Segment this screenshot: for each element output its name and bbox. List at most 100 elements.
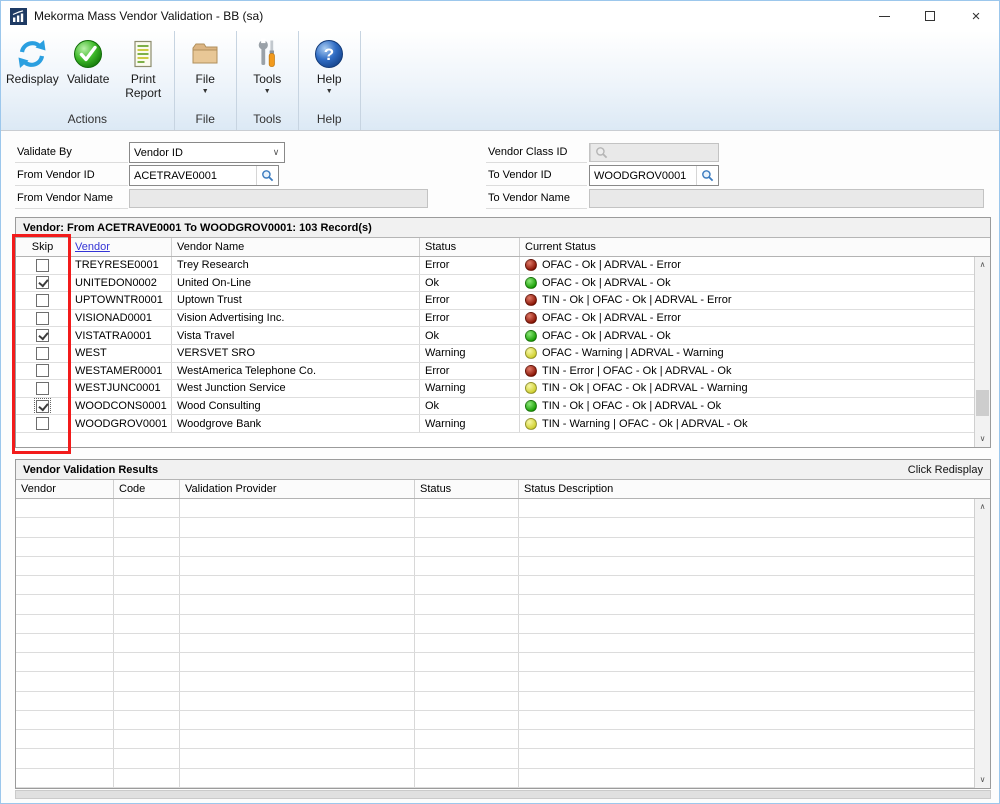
result-vendor-cell — [16, 768, 114, 787]
result-code-cell — [114, 576, 180, 595]
print-report-button[interactable]: Print Report — [116, 33, 171, 101]
vendor-name-cell: Vision Advertising Inc. — [172, 309, 420, 327]
to-vendor-id-field[interactable]: WOODGROV0001 — [589, 165, 719, 186]
skip-cell — [16, 327, 70, 344]
to-vendor-id-value: WOODGROV0001 — [594, 169, 687, 182]
result-vendor-cell — [16, 576, 114, 595]
vendor-id-cell: WOODGROV0001 — [70, 415, 172, 432]
vendor-name-cell: Uptown Trust — [172, 292, 420, 309]
skip-checkbox[interactable] — [36, 417, 49, 431]
results-empty-row — [16, 768, 974, 788]
skip-checkbox[interactable] — [36, 258, 49, 272]
close-button[interactable]: × — [953, 1, 999, 31]
scroll-down-icon[interactable]: ∨ — [975, 772, 990, 788]
table-row[interactable]: WESTAMER0001 WestAmerica Telephone Co. Err… — [16, 362, 974, 381]
from-vendor-name-label: From Vendor Name — [15, 188, 128, 209]
file-menu-button[interactable]: File ▼ — [178, 33, 233, 95]
table-row[interactable]: WEST VERSVET SRO Warning OFAC - Warning | A… — [16, 344, 974, 363]
result-status-cell — [415, 691, 519, 710]
svg-text:?: ? — [324, 45, 334, 64]
status-cell: Warning — [420, 380, 520, 397]
result-description-cell — [519, 672, 974, 690]
current-status-text: OFAC - Ok | ADRVAL - Ok — [542, 329, 671, 342]
table-row[interactable]: WESTJUNC0001 West Junction Service Warning… — [16, 380, 974, 398]
scroll-up-icon[interactable]: ∧ — [975, 257, 990, 273]
vendor-name-cell: United On-Line — [172, 274, 420, 292]
validate-label: Validate — [66, 72, 110, 86]
skip-checkbox[interactable] — [36, 364, 49, 378]
table-row[interactable]: TREYRESE0001 Trey Research Error OFAC - Ok … — [16, 257, 974, 275]
skip-cell — [16, 292, 70, 309]
vendor-name-cell: West Junction Service — [172, 380, 420, 397]
help-menu-button[interactable]: ? Help ▼ — [302, 33, 357, 95]
result-description-cell — [519, 692, 974, 710]
result-code-cell — [114, 537, 180, 556]
table-row[interactable]: WOODGROV0001 Woodgrove Bank Warning TIN - W… — [16, 415, 974, 433]
from-vendor-id-value: ACETRAVE0001 — [134, 169, 217, 182]
current-status-text: TIN - Ok | OFAC - Ok | ADRVAL - Warning — [542, 382, 748, 395]
result-provider-cell — [180, 653, 415, 672]
ribbon-group-label-actions: Actions — [67, 112, 108, 126]
skip-checkbox[interactable] — [36, 346, 49, 360]
to-vendor-id-label: To Vendor ID — [486, 165, 587, 186]
current-status-cell: TIN - Error | OFAC - Ok | ADRVAL - Ok — [520, 363, 974, 380]
click-redisplay-hint: Click Redisplay — [907, 463, 983, 476]
minimize-button[interactable] — [861, 1, 907, 31]
vendor-table-scrollbar[interactable]: ∧ ∨ — [974, 257, 990, 447]
current-status-cell: OFAC - Ok | ADRVAL - Error — [520, 257, 974, 274]
maximize-button[interactable] — [907, 1, 953, 31]
result-code-cell — [114, 730, 180, 749]
skip-checkbox[interactable] — [36, 293, 49, 307]
results-empty-row — [16, 537, 974, 557]
status-light-red-icon — [525, 364, 537, 377]
from-vendor-id-field[interactable]: ACETRAVE0001 — [129, 165, 279, 186]
result-provider-cell — [180, 691, 415, 710]
status-cell: Ok — [420, 327, 520, 344]
table-row[interactable]: VISTATRA0001 Vista Travel Ok OFAC - Ok | AD… — [16, 327, 974, 345]
redisplay-button[interactable]: Redisplay — [4, 33, 61, 87]
scroll-down-icon[interactable]: ∨ — [975, 431, 990, 447]
skip-checkbox[interactable] — [34, 397, 51, 415]
search-icon — [702, 170, 714, 182]
results-table-title: Vendor Validation Results Click Redispla… — [16, 460, 990, 480]
current-status-cell: TIN - Ok | OFAC - Ok | ADRVAL - Error — [520, 292, 974, 309]
validate-by-select[interactable]: Vendor ID ∨ — [129, 142, 285, 163]
result-status-cell — [415, 518, 519, 537]
current-status-text: TIN - Error | OFAC - Ok | ADRVAL - Ok — [542, 364, 732, 377]
ribbon-group-tools: Tools ▼ Tools — [237, 31, 299, 130]
tools-menu-button[interactable]: Tools ▼ — [240, 33, 295, 95]
scroll-up-icon[interactable]: ∧ — [975, 499, 990, 515]
validate-button[interactable]: Validate — [61, 33, 116, 87]
help-menu-label: Help — [316, 72, 342, 86]
horizontal-scrollbar[interactable] — [15, 790, 991, 799]
vendor-sort-link[interactable]: Vendor — [75, 241, 110, 253]
to-vendor-name-field — [589, 189, 984, 208]
from-vendor-id-lookup-button[interactable] — [256, 166, 278, 185]
result-vendor-cell — [16, 556, 114, 576]
status-light-yellow-icon — [525, 382, 537, 395]
vendor-table-title: Vendor: From ACETRAVE0001 To WOODGROV000… — [16, 218, 990, 238]
to-vendor-id-lookup-button[interactable] — [696, 166, 718, 185]
results-empty-row — [16, 556, 974, 577]
skip-checkbox[interactable] — [36, 381, 49, 395]
result-description-cell — [519, 769, 974, 787]
results-table-header: Vendor Code Validation Provider Status S… — [16, 480, 990, 499]
current-status-cell: TIN - Ok | OFAC - Ok | ADRVAL - Warning — [520, 380, 974, 397]
skip-checkbox[interactable] — [36, 329, 49, 343]
result-status-cell — [415, 730, 519, 749]
result-vendor-cell — [16, 614, 114, 633]
vendor-name-cell: Vista Travel — [172, 327, 420, 344]
scrollbar-thumb[interactable] — [976, 390, 989, 416]
table-row[interactable]: VISIONAD0001 Vision Advertising Inc. Error… — [16, 309, 974, 328]
result-code-cell — [114, 518, 180, 537]
result-vendor-cell — [16, 691, 114, 710]
vendor-id-cell: VISIONAD0001 — [70, 309, 172, 327]
table-row[interactable]: UNITEDON0002 United On-Line Ok OFAC - Ok | … — [16, 274, 974, 293]
results-table-scrollbar[interactable]: ∧ ∨ — [974, 499, 990, 788]
skip-checkbox[interactable] — [36, 311, 49, 325]
result-description-cell — [519, 730, 974, 748]
table-row[interactable]: WOODCONS0001 Wood Consulting Ok TIN - Ok | … — [16, 397, 974, 416]
table-row[interactable]: UPTOWNTR0001 Uptown Trust Error TIN - Ok | … — [16, 292, 974, 310]
skip-cell — [16, 309, 70, 327]
skip-checkbox[interactable] — [36, 276, 49, 290]
